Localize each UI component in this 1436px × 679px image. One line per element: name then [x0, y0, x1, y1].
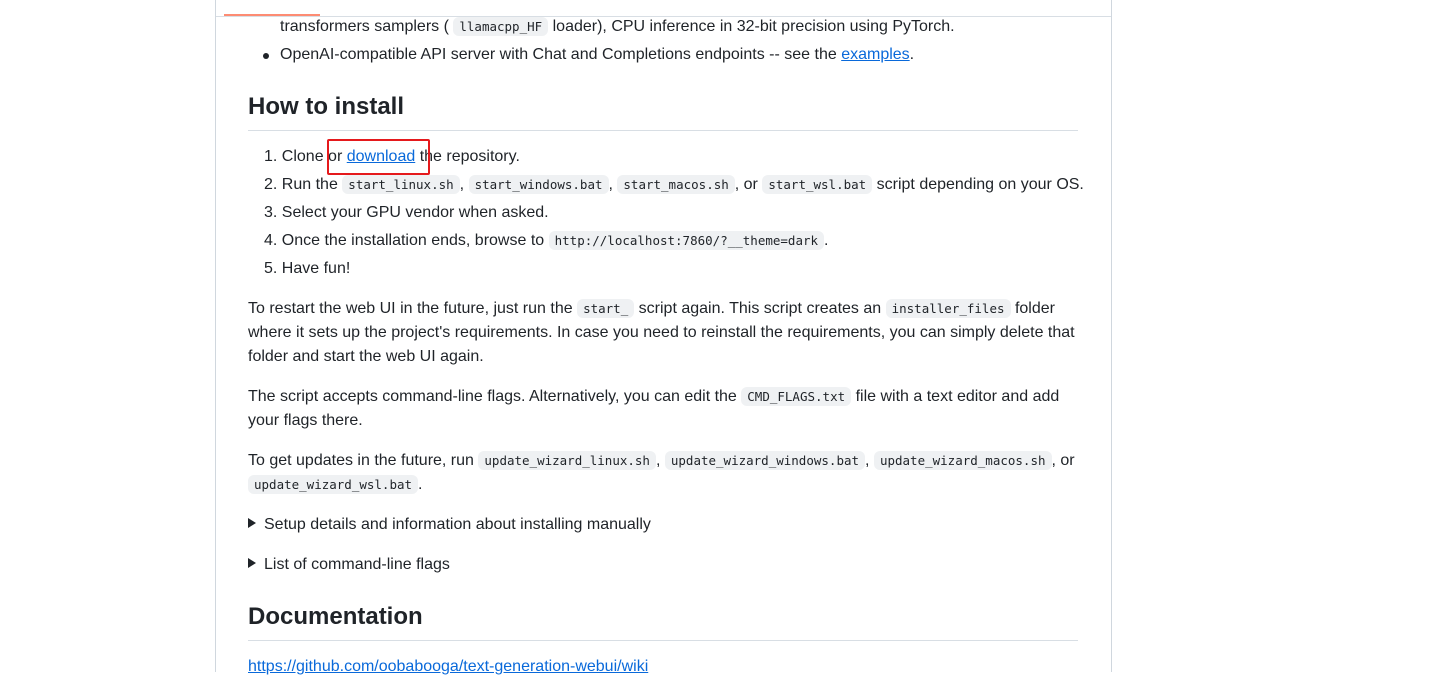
feature-list-item-continuation: transformers samplers ( llamacpp_HF load…	[280, 15, 955, 39]
restart-paragraph: To restart the web UI in the future, jus…	[248, 297, 1078, 369]
documentation-heading: Documentation	[248, 602, 1078, 641]
how-to-install-heading: How to install	[248, 92, 1078, 131]
details-setup-summary[interactable]: Setup details and information about inst…	[248, 513, 651, 537]
inline-code: CMD_FLAGS.txt	[741, 387, 852, 406]
inline-code: http://localhost:7860/?__theme=dark	[548, 231, 825, 250]
step-text: the repository.	[419, 148, 520, 165]
inline-code: update_wizard_wsl.bat	[248, 475, 419, 494]
paragraph-text: To get updates in the future, run	[248, 452, 474, 469]
flags-paragraph: The script accepts command-line flags. A…	[248, 385, 1078, 433]
highlight-box	[327, 139, 430, 175]
feature-list-item: OpenAI-compatible API server with Chat a…	[262, 43, 915, 67]
inline-code: start_windows.bat	[468, 175, 609, 194]
paragraph-text: The script accepts command-line flags. A…	[248, 388, 737, 405]
examples-link[interactable]: examples	[841, 46, 909, 63]
inline-code: llamacpp_HF	[453, 17, 549, 36]
step-text: Select your GPU vendor when asked.	[281, 204, 549, 221]
disclosure-triangle-icon	[248, 558, 256, 568]
feature-text: loader), CPU inference in 32-bit precisi…	[552, 18, 955, 35]
inline-code: update_wizard_macos.sh	[873, 451, 1052, 470]
feature-text: .	[909, 46, 915, 63]
wiki-link[interactable]: https://github.com/oobabooga/text-genera…	[248, 658, 648, 675]
details-flags-summary[interactable]: List of command-line flags	[248, 553, 450, 577]
step-number: 5.	[264, 260, 278, 277]
updates-paragraph: To get updates in the future, run update…	[248, 449, 1078, 497]
disclosure-triangle-icon	[248, 518, 256, 528]
wiki-link-row: https://github.com/oobabooga/text-genera…	[248, 655, 648, 679]
step-text: Have fun!	[281, 260, 351, 277]
separator: ,	[655, 452, 661, 469]
step-number: 3.	[264, 204, 278, 221]
summary-label: Setup details and information about inst…	[264, 516, 651, 533]
separator: , or	[734, 176, 758, 193]
feature-text: OpenAI-compatible API server with Chat a…	[280, 46, 837, 63]
readme-container: transformers samplers ( llamacpp_HF load…	[215, 0, 1112, 675]
install-step-4: 4. Once the installation ends, browse to…	[264, 229, 828, 253]
summary-label: List of command-line flags	[264, 556, 450, 573]
inline-code: start_macos.sh	[617, 175, 735, 194]
install-step-3: 3. Select your GPU vendor when asked.	[264, 201, 549, 225]
step-number: 2.	[264, 176, 278, 193]
separator: ,	[608, 176, 613, 193]
step-number: 4.	[264, 232, 278, 249]
step-text: Once the installation ends, browse to	[281, 232, 545, 249]
inline-code: start_wsl.bat	[762, 175, 873, 194]
step-text: script depending on your OS.	[876, 176, 1084, 193]
inline-code: update_wizard_linux.sh	[478, 451, 656, 470]
inline-code: installer_files	[885, 299, 1011, 318]
separator: ,	[459, 176, 465, 193]
feature-text: transformers samplers (	[280, 18, 449, 35]
separator: ,	[865, 452, 870, 469]
inline-code: update_wizard_windows.bat	[664, 451, 866, 470]
separator: , or	[1051, 452, 1075, 469]
paragraph-text: To restart the web UI in the future, jus…	[248, 300, 573, 317]
install-step-2: 2. Run the start_linux.sh, start_windows…	[264, 173, 1084, 197]
step-text: .	[824, 232, 829, 249]
paragraph-text: .	[418, 476, 423, 493]
install-step-5: 5. Have fun!	[264, 257, 350, 281]
paragraph-text: script again. This script creates an	[638, 300, 882, 317]
inline-code: start_	[577, 299, 635, 318]
step-text: Run the	[281, 176, 338, 193]
inline-code: start_linux.sh	[342, 175, 460, 194]
step-number: 1.	[264, 148, 278, 165]
